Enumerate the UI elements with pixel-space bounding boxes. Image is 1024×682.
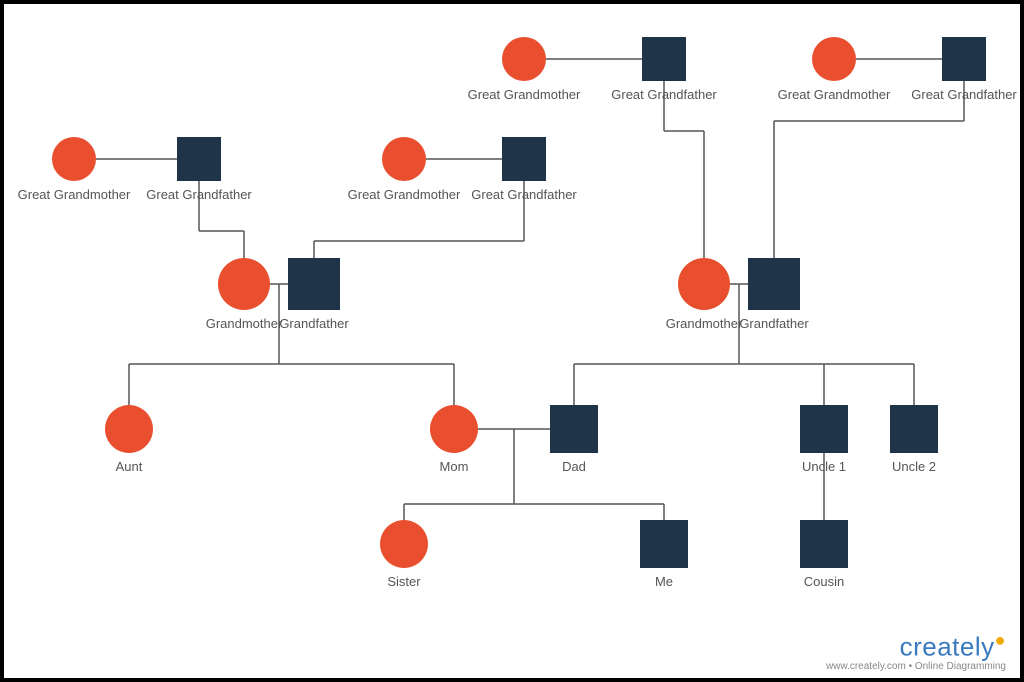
- male-node-uncle2: [890, 405, 938, 453]
- male-node-ggf1: [177, 137, 221, 181]
- node-label-gm2: Grandmother: [666, 316, 743, 331]
- female-node-gm2: [678, 258, 730, 310]
- brand-name: creately: [900, 632, 995, 662]
- node-label-sister: Sister: [387, 574, 421, 589]
- male-node-ggf3: [642, 37, 686, 81]
- female-node-aunt: [105, 405, 153, 453]
- male-node-dad: [550, 405, 598, 453]
- branding-footer: creately● www.creately.com • Online Diag…: [826, 630, 1006, 672]
- male-node-gf2: [748, 258, 800, 310]
- node-label-mom: Mom: [440, 459, 469, 474]
- node-label-ggf2: Great Grandfather: [471, 187, 577, 202]
- node-label-gf2: Grandfather: [739, 316, 809, 331]
- male-node-ggf4: [942, 37, 986, 81]
- node-label-dad: Dad: [562, 459, 586, 474]
- node-label-ggf4: Great Grandfather: [911, 87, 1017, 102]
- bulb-icon: ●: [995, 630, 1006, 650]
- brand-logo: creately●: [826, 630, 1006, 663]
- brand-tagline: www.creately.com • Online Diagramming: [826, 661, 1006, 672]
- node-label-cousin: Cousin: [804, 574, 844, 589]
- node-label-ggm2: Great Grandmother: [348, 187, 461, 202]
- diagram-frame: Great Grandmother Great Grandfather Great …: [0, 0, 1024, 682]
- node-label-me: Me: [655, 574, 673, 589]
- genogram-svg: Great Grandmother Great Grandfather Great …: [4, 4, 1020, 678]
- male-node-uncle1: [800, 405, 848, 453]
- node-label-ggm1: Great Grandmother: [18, 187, 131, 202]
- male-node-me: [640, 520, 688, 568]
- male-node-gf1: [288, 258, 340, 310]
- node-label-uncle1: Uncle 1: [802, 459, 846, 474]
- node-label-gm1: Grandmother: [206, 316, 283, 331]
- female-node-mom: [430, 405, 478, 453]
- male-node-cousin: [800, 520, 848, 568]
- node-label-ggm4: Great Grandmother: [778, 87, 891, 102]
- female-node-gm1: [218, 258, 270, 310]
- female-node-ggm3: [502, 37, 546, 81]
- node-label-ggf3: Great Grandfather: [611, 87, 717, 102]
- male-node-ggf2: [502, 137, 546, 181]
- node-label-uncle2: Uncle 2: [892, 459, 936, 474]
- node-label-gf1: Grandfather: [279, 316, 349, 331]
- female-node-ggm4: [812, 37, 856, 81]
- female-node-ggm1: [52, 137, 96, 181]
- female-node-ggm2: [382, 137, 426, 181]
- node-label-aunt: Aunt: [116, 459, 143, 474]
- node-label-ggm3: Great Grandmother: [468, 87, 581, 102]
- female-node-sister: [380, 520, 428, 568]
- node-label-ggf1: Great Grandfather: [146, 187, 252, 202]
